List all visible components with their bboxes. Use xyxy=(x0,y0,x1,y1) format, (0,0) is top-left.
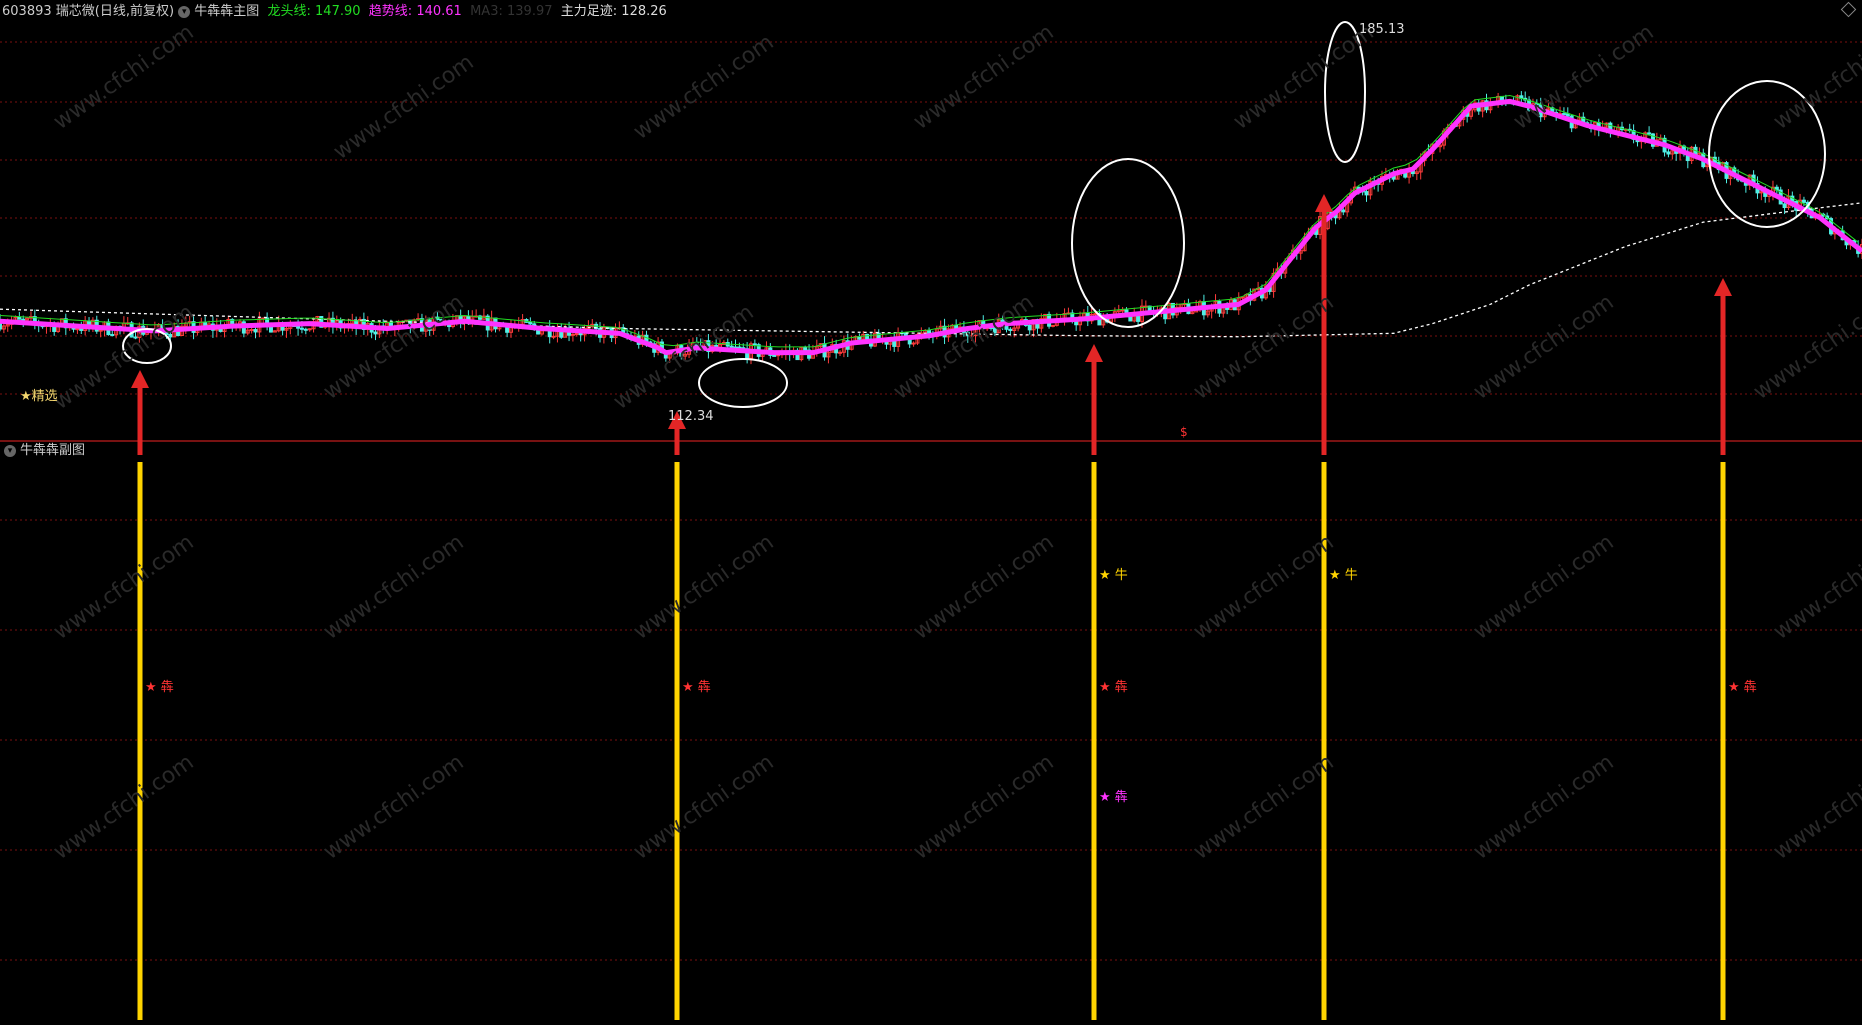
candle xyxy=(1782,203,1787,209)
candle xyxy=(299,327,304,330)
signal-label: ★ 犇 xyxy=(682,680,711,695)
watermark-text: www.cfchi.com xyxy=(909,530,1058,645)
signal-label: ★ 牛 xyxy=(1099,568,1128,583)
watermark-text: www.cfchi.com xyxy=(1469,290,1618,405)
candle xyxy=(838,351,843,354)
watermark-text: www.cfchi.com xyxy=(1469,750,1618,865)
candle xyxy=(1128,316,1133,322)
footprint-value: 128.26 xyxy=(621,4,667,19)
candle xyxy=(1240,296,1245,299)
watermark-text: www.cfchi.com xyxy=(1769,750,1862,865)
footprint-label: 主力足迹: xyxy=(560,4,618,19)
dollar-marker: $ xyxy=(1180,425,1188,439)
watermark-text: www.cfchi.com xyxy=(1189,530,1338,645)
watermark-text: www.cfchi.com xyxy=(629,530,778,645)
candle xyxy=(253,329,258,333)
chevron-down-icon[interactable]: ▾ xyxy=(4,444,16,457)
candle xyxy=(373,331,378,335)
chevron-down-icon[interactable]: ▾ xyxy=(178,5,191,18)
candle xyxy=(1341,209,1346,213)
watermark-text: www.cfchi.com xyxy=(49,20,198,135)
watermark-text: www.cfchi.com xyxy=(609,300,758,415)
candle xyxy=(303,328,308,331)
candle xyxy=(737,346,742,349)
chart-header: 603893 瑞芯微(日线,前复权) ▾ 牛犇犇主图 龙头线: 147.90 趋势… xyxy=(2,2,667,22)
candle xyxy=(1801,199,1806,203)
candle xyxy=(1364,191,1369,196)
ma3-value: 139.97 xyxy=(507,4,553,19)
trend-line-value: 140.61 xyxy=(416,4,462,19)
watermark-text: www.cfchi.com xyxy=(49,750,198,865)
indicator-name[interactable]: 牛犇犇主图 xyxy=(194,4,259,19)
candle xyxy=(17,316,22,320)
candle xyxy=(803,346,808,351)
watermark-text: www.cfchi.com xyxy=(629,750,778,865)
watermark-text: www.cfchi.com xyxy=(889,290,1038,405)
highlight-ellipse xyxy=(698,358,788,408)
signal-label: ★ 犇 xyxy=(145,680,174,695)
candle xyxy=(1050,324,1055,327)
signal-label: ★ 犇 xyxy=(1099,790,1128,805)
low-price-label: 112.34 xyxy=(668,409,714,424)
candle xyxy=(752,343,757,346)
watermark-text: www.cfchi.com xyxy=(1769,530,1862,645)
candle xyxy=(772,354,777,357)
period-label[interactable]: (日线,前复权) xyxy=(95,4,174,19)
watermark-text: www.cfchi.com xyxy=(909,750,1058,865)
candle xyxy=(578,332,583,336)
candle xyxy=(570,333,575,336)
watermark-text: www.cfchi.com xyxy=(319,290,468,405)
stock-name: 瑞芯微 xyxy=(55,4,95,19)
candle xyxy=(249,329,254,332)
candle xyxy=(528,321,533,325)
ma3-label: MA3: xyxy=(470,4,503,19)
watermark-text: www.cfchi.com xyxy=(1749,290,1862,405)
watermark-text: www.cfchi.com xyxy=(909,20,1058,135)
candle xyxy=(79,328,84,331)
candle xyxy=(1666,151,1671,155)
candle xyxy=(865,333,870,340)
candle xyxy=(729,345,734,348)
leader-line-value: 147.90 xyxy=(315,4,361,19)
red-arrow-head xyxy=(1315,194,1333,212)
signal-label: ★ 牛 xyxy=(1329,568,1358,583)
watermark-text: www.cfchi.com xyxy=(319,750,468,865)
high-price-label: 185.13 xyxy=(1359,22,1405,37)
highlight-ellipse xyxy=(1071,158,1185,328)
signal-label: ★ 犇 xyxy=(1728,680,1757,695)
trend-line-label: 趋势线: xyxy=(368,4,413,19)
candle xyxy=(551,335,556,338)
watermark-text: www.cfchi.com xyxy=(1229,20,1378,135)
candle xyxy=(1561,113,1566,116)
watermark-text: www.cfchi.com xyxy=(49,530,198,645)
candle xyxy=(21,318,26,321)
candle xyxy=(307,328,312,331)
candle xyxy=(1120,309,1125,312)
candle xyxy=(1027,324,1032,331)
candle xyxy=(911,342,916,345)
watermark-text: www.cfchi.com xyxy=(329,50,478,165)
signal-label: ★ 犇 xyxy=(1099,680,1128,695)
red-arrow-head xyxy=(131,370,149,388)
stock-chart[interactable]: www.cfchi.com www.cfchi.com www.cfchi.com w… xyxy=(0,0,1862,1025)
candle xyxy=(574,332,579,335)
watermark-text: www.cfchi.com xyxy=(1469,530,1618,645)
watermark-text: www.cfchi.com xyxy=(1769,20,1862,135)
red-arrow-head xyxy=(1085,344,1103,362)
sub-panel-header: ▾ 牛犇犇副图 xyxy=(4,441,85,461)
watermark-text: www.cfchi.com xyxy=(319,530,468,645)
candle xyxy=(98,329,103,332)
sub-panel-title[interactable]: 牛犇犇副图 xyxy=(20,443,85,458)
stock-code: 603893 xyxy=(2,4,52,19)
red-arrow-head xyxy=(1714,278,1732,296)
selected-label: ★精选 xyxy=(20,389,58,404)
watermark-text: www.cfchi.com xyxy=(1189,750,1338,865)
watermark-text: www.cfchi.com xyxy=(629,30,778,145)
leader-line-label: 龙头线: xyxy=(267,4,311,19)
candle xyxy=(1647,132,1652,135)
candle xyxy=(110,334,115,337)
candle xyxy=(75,328,80,331)
